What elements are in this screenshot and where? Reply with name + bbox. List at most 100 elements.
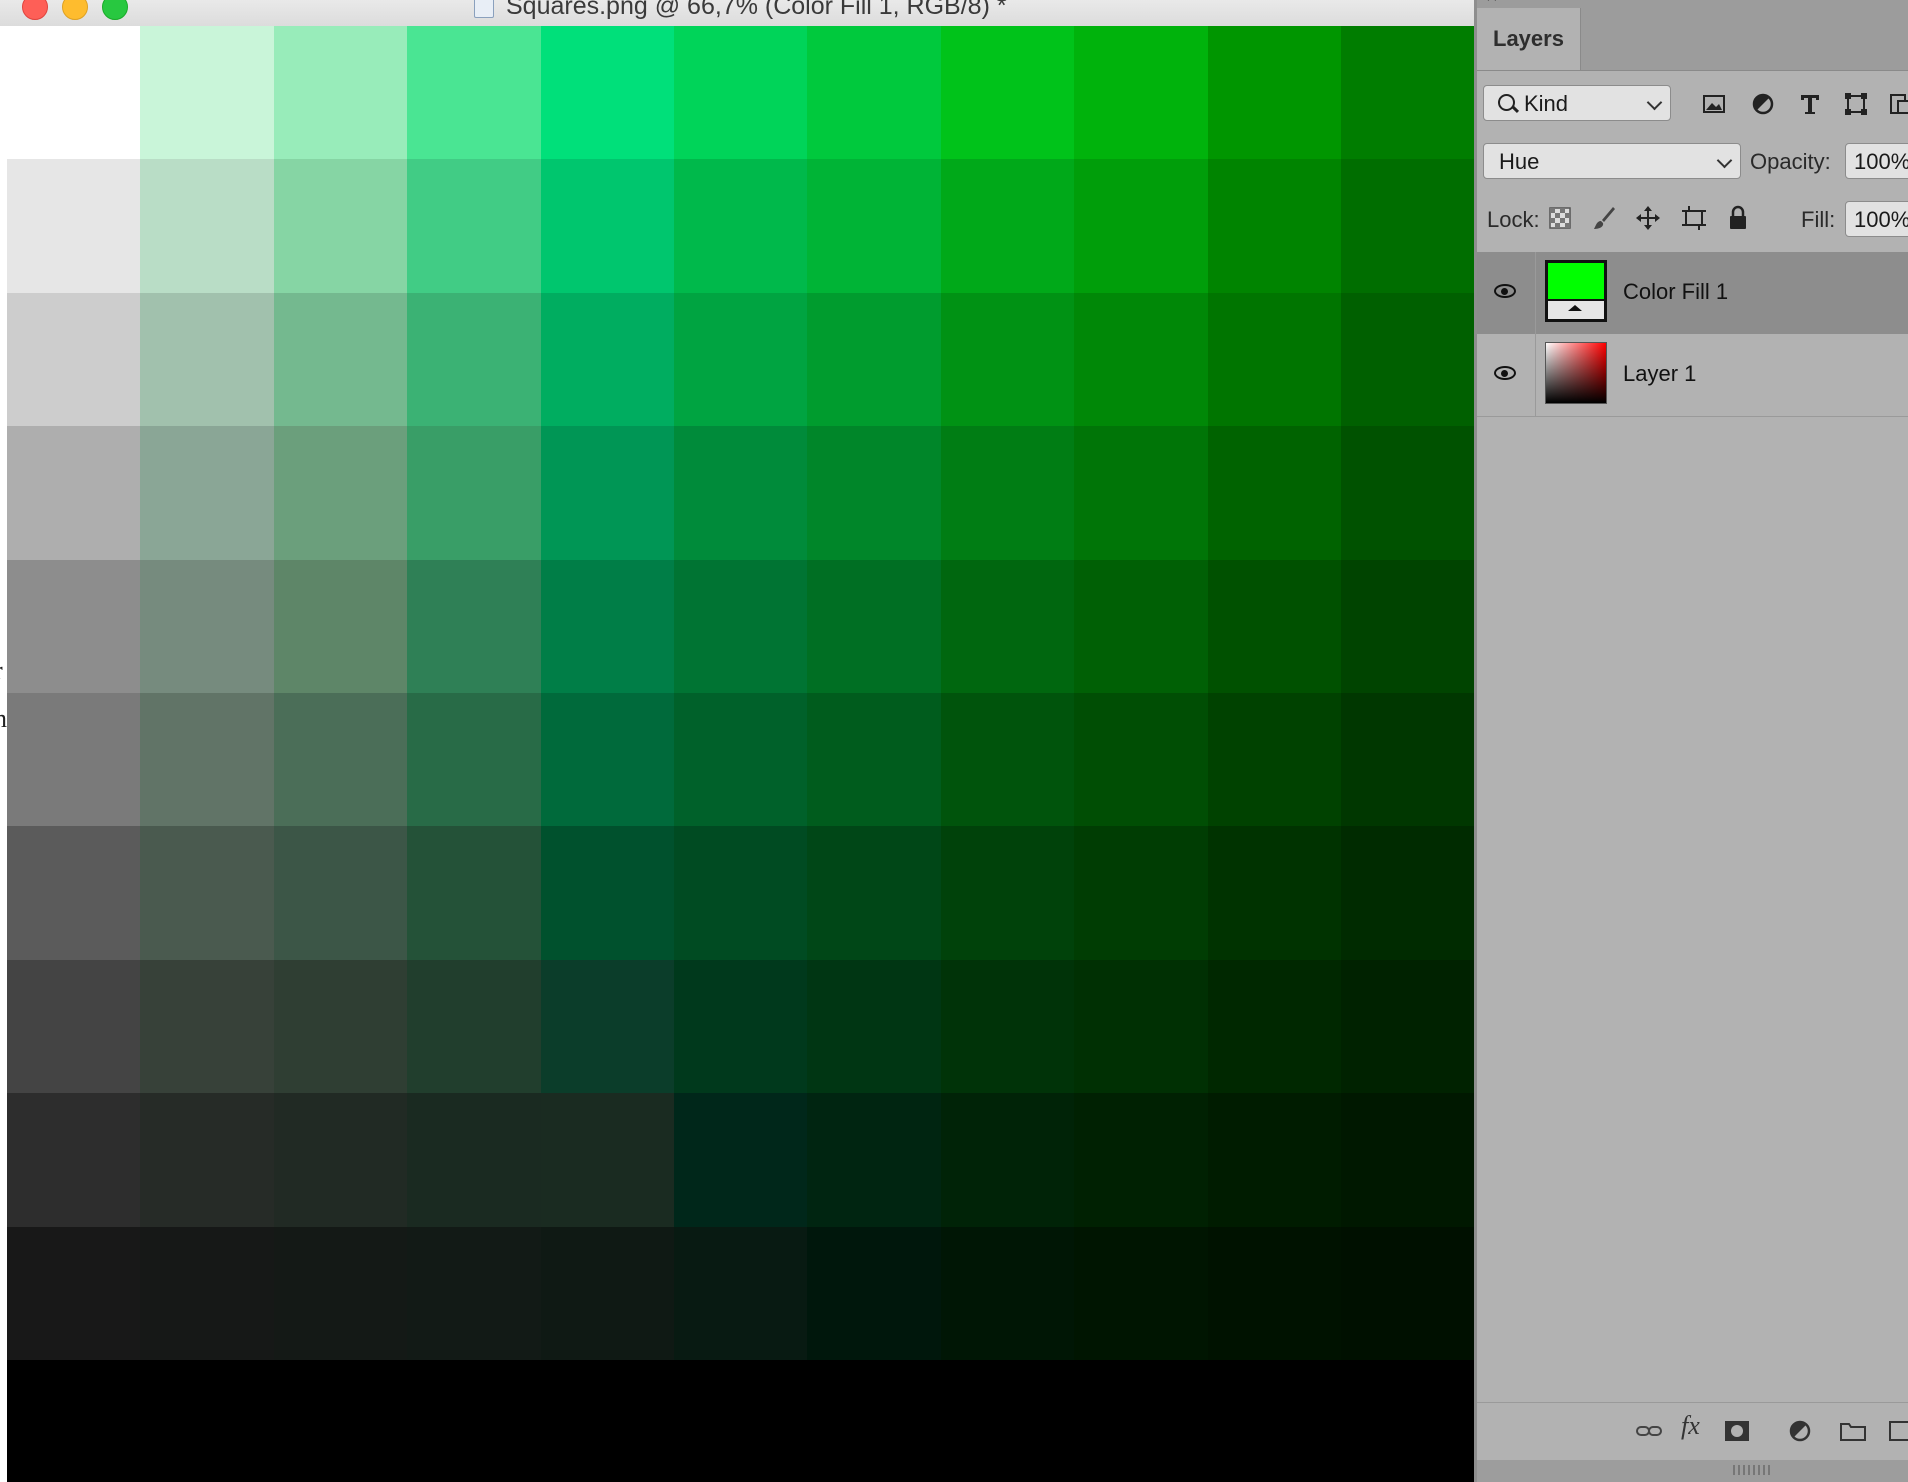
panel-resize-strip[interactable]: [1477, 1460, 1908, 1482]
layers-panel: × Layers Kind Hue Opacity: 100% Lock:: [1477, 0, 1908, 1482]
fill-field[interactable]: 100%: [1845, 201, 1908, 237]
color-swatch: [540, 426, 674, 560]
color-swatch: [1207, 559, 1341, 693]
color-swatch: [940, 826, 1075, 960]
color-swatch: [140, 1226, 274, 1360]
color-swatch: [1340, 559, 1474, 693]
layer-row-layer-1[interactable]: Layer 1: [1477, 334, 1908, 417]
color-swatch: [1207, 1226, 1341, 1360]
link-layers-icon[interactable]: [1635, 1419, 1663, 1443]
tab-layers-label: Layers: [1493, 26, 1564, 51]
color-swatch: [540, 1359, 674, 1482]
color-swatch: [7, 826, 141, 960]
resize-grip-icon[interactable]: [1733, 1465, 1773, 1475]
color-swatch: [673, 692, 808, 827]
color-swatch: [407, 1093, 541, 1227]
color-swatch: [1340, 426, 1474, 560]
color-swatch: [1340, 959, 1474, 1094]
color-swatch: [1207, 1093, 1341, 1227]
color-swatch: [540, 1226, 674, 1360]
color-swatch: [540, 959, 674, 1094]
opacity-field[interactable]: 100%: [1845, 143, 1908, 179]
color-swatch: [1340, 159, 1474, 293]
color-swatch: [540, 292, 674, 427]
maximize-window-button[interactable]: [102, 0, 128, 20]
color-swatch: [140, 559, 274, 693]
color-swatch: [673, 1226, 808, 1360]
canvas-area[interactable]: r n: [0, 26, 1474, 1482]
fill-label: Fill:: [1801, 207, 1836, 232]
tab-layers[interactable]: Layers: [1477, 8, 1581, 70]
new-layer-icon[interactable]: [1887, 1419, 1908, 1443]
color-swatch: [140, 1093, 274, 1227]
color-swatch: [407, 559, 541, 693]
lock-image-pixels-icon[interactable]: [1591, 205, 1617, 231]
lock-artboard-icon[interactable]: [1681, 205, 1707, 231]
color-swatch: [1340, 1226, 1474, 1360]
layer-kind-filter-select[interactable]: Kind: [1483, 85, 1671, 121]
color-swatch: [140, 26, 274, 160]
color-swatch: [7, 159, 141, 293]
adjustment-layer-mask-icon: [1548, 299, 1604, 319]
shape-filter-icon[interactable]: [1844, 92, 1868, 116]
document-title: Squares.png @ 66,7% (Color Fill 1, RGB/8…: [506, 0, 1007, 20]
color-swatch: [1074, 1226, 1208, 1360]
visibility-toggle[interactable]: [1477, 334, 1536, 416]
visibility-toggle[interactable]: [1477, 252, 1536, 334]
color-swatch: [673, 1359, 808, 1482]
new-group-folder-icon[interactable]: [1839, 1419, 1867, 1443]
search-icon: [1498, 94, 1515, 111]
color-swatch: [7, 426, 141, 560]
window-title-bar[interactable]: Squares.png @ 66,7% (Color Fill 1, RGB/8…: [0, 0, 1474, 27]
color-swatch: [940, 959, 1075, 1094]
color-swatch: [140, 1359, 274, 1482]
color-swatch: [807, 559, 941, 693]
smart-object-filter-icon[interactable]: [1888, 92, 1908, 116]
color-swatch: [940, 692, 1075, 827]
color-swatch: [407, 1359, 541, 1482]
color-swatch: [407, 1226, 541, 1360]
minimize-window-button[interactable]: [62, 0, 88, 20]
lock-transparent-pixels-icon[interactable]: [1547, 205, 1573, 231]
color-swatch: [273, 692, 408, 827]
color-swatch: [1074, 1093, 1208, 1227]
layer-name[interactable]: Layer 1: [1623, 361, 1696, 387]
color-swatch: [807, 959, 941, 1094]
color-swatch-grid[interactable]: [7, 26, 1474, 1482]
color-swatch: [940, 559, 1075, 693]
color-swatch: [1207, 959, 1341, 1094]
color-swatch: [807, 692, 941, 827]
color-swatch: [273, 959, 408, 1094]
add-mask-icon[interactable]: [1723, 1419, 1751, 1443]
blend-mode-select[interactable]: Hue: [1483, 143, 1741, 179]
lock-position-icon[interactable]: [1635, 205, 1661, 231]
color-swatch: [273, 292, 408, 427]
color-swatch: [273, 26, 408, 160]
color-swatch: [807, 26, 941, 160]
layer-1-thumbnail[interactable]: [1545, 342, 1607, 404]
color-fill-thumbnail[interactable]: [1545, 260, 1607, 322]
color-swatch: [407, 692, 541, 827]
image-filter-icon[interactable]: [1702, 92, 1726, 116]
color-swatch: [407, 959, 541, 1094]
color-swatch: [540, 159, 674, 293]
close-window-button[interactable]: [22, 0, 48, 20]
edge-glyph: r: [0, 656, 3, 686]
lock-all-icon[interactable]: [1725, 205, 1751, 231]
new-adjustment-layer-icon[interactable]: [1787, 1419, 1815, 1443]
color-swatch: [7, 1093, 141, 1227]
panel-tab-strip: × Layers: [1477, 0, 1908, 71]
color-swatch: [940, 26, 1075, 160]
layer-style-fx-icon[interactable]: fx: [1681, 1411, 1709, 1440]
layer-row-color-fill-1[interactable]: Color Fill 1: [1477, 252, 1908, 335]
eye-icon: [1494, 284, 1516, 298]
color-swatch: [1207, 159, 1341, 293]
color-swatch: [140, 826, 274, 960]
color-swatch: [407, 826, 541, 960]
type-filter-icon[interactable]: [1798, 92, 1822, 116]
layer-name[interactable]: Color Fill 1: [1623, 279, 1728, 305]
adjustment-filter-icon[interactable]: [1751, 92, 1775, 116]
color-swatch: [673, 1093, 808, 1227]
color-swatch: [1340, 826, 1474, 960]
color-swatch: [7, 292, 141, 427]
